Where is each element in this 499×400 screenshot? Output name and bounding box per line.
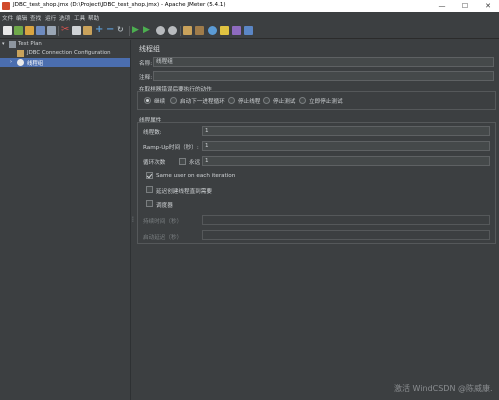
thread-group-panel: 线程组 名称: 线程组 注释: 在取样器错误后要执行的动作 继续 启动下一进程循…	[134, 40, 499, 400]
panel-title: 线程组	[139, 45, 160, 53]
thread-group-icon	[17, 59, 24, 66]
activation-watermark: 激活 WindCSDN @陈威康.	[394, 384, 493, 393]
rampup-label: Ramp-Up时间（秒）:	[143, 145, 199, 151]
test-plan-tree: ▾ Test Plan JDBC Connection Configuratio…	[0, 40, 130, 400]
startup-delay-field[interactable]	[202, 230, 490, 240]
startup-delay-label: 启动延迟（秒）	[143, 235, 183, 241]
stop-icon[interactable]	[156, 26, 165, 35]
minimize-button[interactable]: —	[431, 0, 453, 12]
toggle-icon[interactable]: ↻	[117, 24, 124, 36]
saveas-icon[interactable]	[47, 26, 56, 35]
menu-options[interactable]: 选项	[59, 14, 70, 22]
radio-stop-test-now-label: 立即停止测试	[309, 99, 343, 105]
duration-label: 持续时间（秒）	[143, 219, 183, 225]
maximize-button[interactable]: ☐	[454, 0, 476, 12]
chevron-down-icon[interactable]: ▾	[2, 40, 5, 49]
radio-stop-test[interactable]	[263, 97, 270, 104]
clear-all-icon[interactable]	[195, 26, 204, 35]
toolbar-separator	[58, 26, 59, 36]
tree-item-label: JDBC Connection Configuration	[27, 50, 111, 56]
tree-item-jdbc-config[interactable]: JDBC Connection Configuration	[0, 49, 130, 58]
title-bar: JDBC_test_shop.jmx (D:\Project\JDBC_test…	[0, 0, 499, 12]
jmeter-logo-icon	[2, 2, 10, 10]
same-user-checkbox[interactable]	[146, 172, 153, 179]
duration-field[interactable]	[202, 215, 490, 225]
loop-count-label: 循环次数	[143, 160, 166, 166]
search-icon[interactable]	[208, 26, 217, 35]
menu-file[interactable]: 文件	[2, 14, 13, 22]
chevron-right-icon[interactable]: ›	[10, 58, 12, 67]
radio-stop-thread-label: 停止线程	[238, 99, 261, 105]
menu-help[interactable]: 帮助	[88, 14, 99, 22]
menu-search[interactable]: 查找	[30, 14, 41, 22]
test-plan-icon	[9, 41, 16, 48]
name-field[interactable]: 线程组	[153, 57, 494, 67]
same-user-label: Same user on each iteration	[156, 173, 236, 179]
close-button[interactable]: ✕	[477, 0, 499, 12]
loop-count-field[interactable]: 1	[202, 156, 490, 166]
delay-thread-creation-checkbox[interactable]	[146, 186, 153, 193]
window-title: JDBC_test_shop.jmx (D:\Project\JDBC_test…	[13, 2, 226, 8]
threads-field[interactable]: 1	[202, 126, 490, 136]
tree-item-thread-group[interactable]: › 线程组	[0, 58, 130, 67]
menu-bar: 文件 编辑 查找 运行 选项 工具 帮助	[0, 12, 499, 23]
open-icon[interactable]	[25, 26, 34, 35]
templates-icon[interactable]	[14, 26, 23, 35]
menu-tools[interactable]: 工具	[74, 14, 85, 22]
scheduler-label: 调度器	[156, 203, 173, 209]
tree-item-label: 线程组	[27, 61, 44, 67]
menu-run[interactable]: 运行	[45, 14, 56, 22]
forever-label: 永远	[189, 160, 201, 166]
start-no-pause-icon[interactable]: ▶	[143, 24, 150, 36]
menu-edit[interactable]: 编辑	[16, 14, 27, 22]
name-label: 名称:	[139, 61, 153, 67]
radio-stop-test-now[interactable]	[299, 97, 306, 104]
copy-icon[interactable]	[72, 26, 81, 35]
paste-icon[interactable]	[83, 26, 92, 35]
rampup-field[interactable]: 1	[202, 141, 490, 151]
tree-item-test-plan[interactable]: ▾ Test Plan	[0, 40, 130, 49]
function-helper-icon[interactable]	[232, 26, 241, 35]
radio-start-next-loop[interactable]	[170, 97, 177, 104]
comment-label: 注释:	[139, 75, 153, 81]
threads-label: 线程数:	[143, 130, 162, 136]
start-icon[interactable]: ▶	[132, 24, 139, 36]
delay-thread-creation-label: 延迟创建线程直到需要	[156, 189, 212, 195]
save-icon[interactable]	[36, 26, 45, 35]
radio-stop-thread[interactable]	[228, 97, 235, 104]
toolbar-separator	[180, 26, 181, 36]
forever-checkbox[interactable]	[179, 158, 186, 165]
toolbar: ✂ + − ↻ ▶ ▶	[0, 23, 499, 39]
scheduler-checkbox[interactable]	[146, 200, 153, 207]
radio-start-next-loop-label: 启动下一进程循环	[180, 99, 225, 105]
radio-continue[interactable]	[144, 97, 151, 104]
toolbar-separator	[129, 26, 130, 36]
comment-field[interactable]	[153, 71, 494, 81]
expand-icon[interactable]: +	[95, 24, 103, 36]
radio-continue-label: 继续	[154, 99, 166, 105]
shutdown-icon[interactable]	[168, 26, 177, 35]
tree-item-label: Test Plan	[18, 41, 42, 47]
radio-stop-test-label: 停止测试	[273, 99, 296, 105]
cut-icon[interactable]: ✂	[61, 24, 69, 36]
collapse-icon[interactable]: −	[106, 24, 114, 36]
clear-icon[interactable]	[183, 26, 192, 35]
new-icon[interactable]	[3, 26, 12, 35]
config-element-icon	[17, 50, 24, 57]
help-icon[interactable]	[244, 26, 253, 35]
reset-search-icon[interactable]	[220, 26, 229, 35]
